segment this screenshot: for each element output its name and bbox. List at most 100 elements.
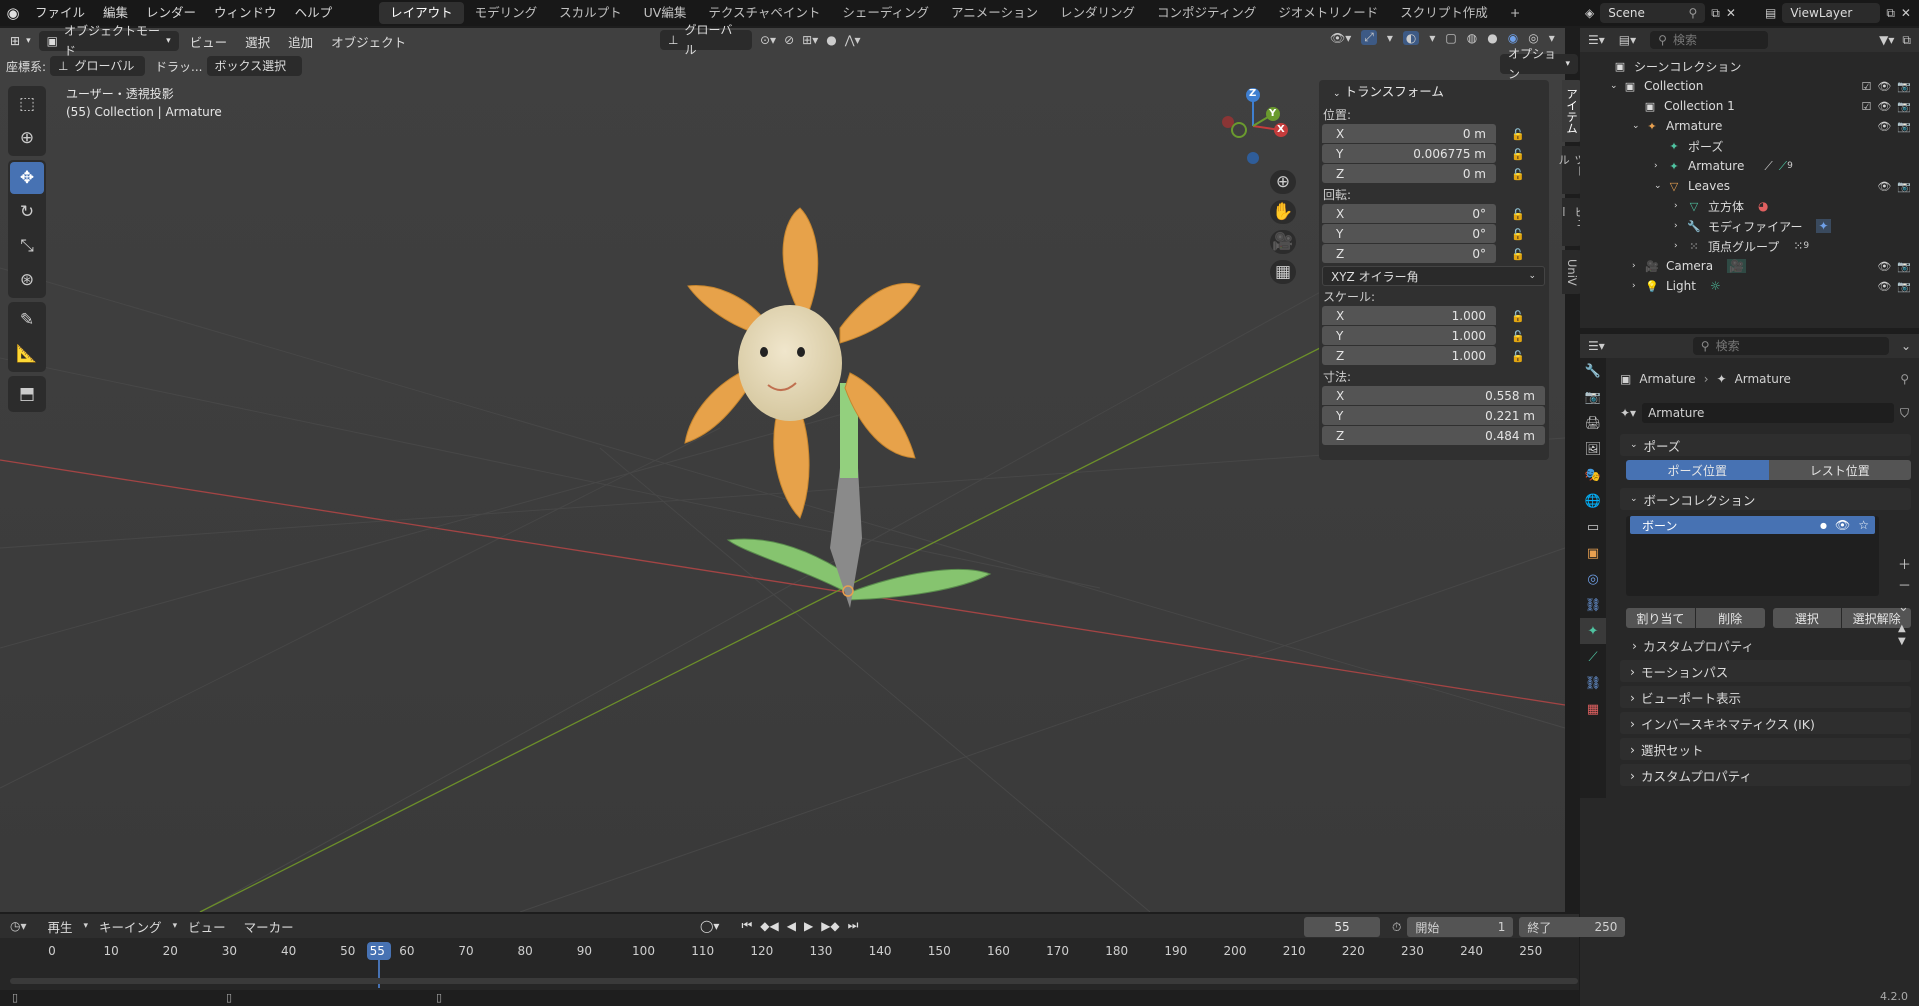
constraints-tab-icon[interactable]: ⛓ bbox=[1580, 592, 1606, 618]
current-frame-field[interactable]: 55 bbox=[1304, 917, 1380, 937]
end-frame-field[interactable]: 終了 250 bbox=[1519, 917, 1626, 937]
timeline-editor-icon[interactable]: ◷▾ bbox=[10, 919, 27, 933]
outliner-editor-icon[interactable]: ☰▾ bbox=[1588, 33, 1605, 47]
eye-icon[interactable]: 👁 bbox=[1877, 180, 1891, 193]
drag-selector[interactable]: ボックス選択 bbox=[206, 56, 302, 76]
pivot-icon[interactable]: ⊙▾ bbox=[760, 33, 776, 47]
snap-icon[interactable]: ⊘ bbox=[784, 33, 794, 47]
chevron-down-icon[interactable]: ⌄ bbox=[1898, 600, 1911, 615]
armature-name-field[interactable]: Armature bbox=[1642, 403, 1894, 423]
visibility-toggles[interactable]: ☑ 👁 📷 bbox=[1861, 80, 1911, 93]
armature-data-icon[interactable]: ✦▾ bbox=[1620, 406, 1636, 420]
sidebar-tab-univ[interactable]: UniV bbox=[1562, 250, 1582, 294]
sidebar-tab-view[interactable]: ビュー bbox=[1557, 198, 1587, 246]
eye-icon[interactable]: 👁 bbox=[1877, 100, 1891, 113]
camera-icon[interactable]: 📷 bbox=[1897, 120, 1911, 133]
bone-collection-custom-props[interactable]: › カスタムプロパティ bbox=[1632, 634, 1911, 656]
coord-system-selector[interactable]: ⊥ グローバル bbox=[50, 56, 146, 76]
object-tab-icon[interactable]: ▣ bbox=[1580, 540, 1606, 566]
collection-tab-icon[interactable]: ▭ bbox=[1580, 514, 1606, 540]
outliner-pose[interactable]: ✦ ポーズ bbox=[1580, 136, 1919, 156]
gizmo-toggle-icon[interactable]: ⤢ bbox=[1361, 30, 1377, 45]
visibility-toggles[interactable]: 👁 📷 bbox=[1877, 180, 1911, 193]
camera-icon[interactable]: 📷 bbox=[1897, 260, 1911, 273]
viewport-menu-view[interactable]: ビュー bbox=[183, 32, 235, 51]
chevron-down-icon[interactable]: ⌄ bbox=[1901, 339, 1911, 353]
scale-z-field[interactable]: Z 1.000 bbox=[1322, 346, 1496, 365]
lock-icon[interactable]: 🔓 bbox=[1510, 145, 1526, 164]
zoom-icon[interactable]: ⊕ bbox=[1270, 170, 1296, 194]
wireframe-shading-icon[interactable]: ◍ bbox=[1467, 31, 1477, 45]
outliner-cube[interactable]: › ▽ 立方体 ◕ bbox=[1580, 196, 1919, 216]
rotation-y-field[interactable]: Y 0° bbox=[1322, 224, 1496, 243]
play-icon[interactable]: ▶ bbox=[804, 919, 813, 933]
minus-icon[interactable]: － bbox=[1898, 575, 1911, 594]
output-tab-icon[interactable]: 🖨 bbox=[1580, 410, 1606, 436]
tab-rendering[interactable]: レンダリング bbox=[1049, 2, 1146, 24]
stopwatch-icon[interactable]: ⏱ bbox=[1392, 920, 1401, 935]
shading-dropdown-icon[interactable]: ▾ bbox=[1549, 31, 1555, 45]
jump-start-icon[interactable]: ⏮ bbox=[741, 918, 752, 933]
camera-icon[interactable]: 📷 bbox=[1897, 280, 1911, 293]
tab-modeling[interactable]: モデリング bbox=[464, 2, 549, 24]
tab-animation[interactable]: アニメーション bbox=[940, 2, 1049, 24]
ik-panel-header[interactable]: › インバースキネマティクス (IK) bbox=[1620, 712, 1911, 734]
timeline-menu-view[interactable]: ビュー bbox=[181, 917, 233, 936]
tab-sculpt[interactable]: スカルプト bbox=[548, 2, 633, 24]
timeline-scrollbar[interactable] bbox=[10, 978, 1578, 984]
options-button[interactable]: オプション ▾ bbox=[1500, 47, 1578, 81]
location-y-field[interactable]: Y 0.006775 m bbox=[1322, 144, 1496, 163]
play-reverse-icon[interactable]: ◀ bbox=[787, 919, 796, 933]
rotation-x-field[interactable]: X 0° bbox=[1322, 204, 1496, 223]
rest-position-button[interactable]: レスト位置 bbox=[1768, 460, 1911, 480]
plus-icon[interactable]: ＋ bbox=[1898, 554, 1911, 573]
outliner-collection[interactable]: ⌄ ▣ Collection ☑ 👁 📷 bbox=[1580, 76, 1919, 96]
material-shading-icon[interactable]: ◉ bbox=[1508, 31, 1518, 45]
tab-shading[interactable]: シェーディング bbox=[831, 2, 940, 24]
remove-button[interactable]: 削除 bbox=[1695, 608, 1765, 628]
overlay-toggle-icon[interactable]: ◐ bbox=[1402, 30, 1420, 45]
prev-keyframe-icon[interactable]: ◆◀ bbox=[760, 919, 778, 933]
eye-icon[interactable]: 👁 bbox=[1877, 280, 1891, 293]
location-x-field[interactable]: X 0 m bbox=[1322, 124, 1496, 143]
checkbox-icon[interactable]: ☑ bbox=[1861, 100, 1871, 113]
pose-panel-header[interactable]: ⌄ ポーズ bbox=[1620, 434, 1911, 456]
auto-key-icon[interactable]: ◯▾ bbox=[700, 919, 719, 933]
start-frame-field[interactable]: 開始 1 bbox=[1407, 917, 1514, 937]
lock-icon[interactable]: 🔓 bbox=[1510, 125, 1526, 144]
lock-icon[interactable]: 🔓 bbox=[1510, 347, 1526, 366]
gizmo-dropdown-icon[interactable]: ▾ bbox=[1387, 31, 1393, 45]
dimension-x-field[interactable]: X 0.558 m bbox=[1322, 386, 1545, 405]
eye-icon[interactable]: 👁 bbox=[1835, 518, 1850, 532]
camera-icon[interactable]: 📷 bbox=[1897, 80, 1911, 93]
tab-scripting[interactable]: スクリプト作成 bbox=[1389, 2, 1499, 24]
blender-logo-icon[interactable]: ◉ bbox=[0, 0, 26, 26]
lock-icon[interactable]: 🔓 bbox=[1510, 245, 1526, 264]
physics-tab-icon[interactable]: ◎ bbox=[1580, 566, 1606, 592]
outliner-camera[interactable]: › 🎥 Camera 🎥 👁 📷 bbox=[1580, 256, 1919, 276]
lock-icon[interactable]: 🔓 bbox=[1510, 307, 1526, 326]
grid-view-icon[interactable]: ▦ bbox=[1270, 260, 1296, 284]
properties-editor-icon[interactable]: ☰▾ bbox=[1588, 339, 1605, 353]
close-scene-icon[interactable]: ✕ bbox=[1726, 6, 1736, 20]
viewport-menu-object[interactable]: オブジェクト bbox=[324, 32, 413, 51]
solid-shading-icon[interactable]: ● bbox=[1487, 31, 1497, 45]
annotate-icon[interactable]: ✎ bbox=[10, 304, 44, 336]
new-scene-icon[interactable]: ⧉ bbox=[1711, 6, 1720, 21]
outliner-modifiers[interactable]: › 🔧 モディファイアー ✦ bbox=[1580, 216, 1919, 236]
fake-user-icon[interactable]: ⛉ bbox=[1900, 406, 1909, 421]
star-icon[interactable]: ☆ bbox=[1858, 518, 1869, 532]
scene-tab-icon[interactable]: 🎭 bbox=[1580, 462, 1606, 488]
scale-icon[interactable]: ⤡ bbox=[10, 230, 44, 262]
timeline-menu-marker[interactable]: マーカー bbox=[237, 917, 301, 936]
proportional-edit-icon[interactable]: ● bbox=[826, 33, 836, 47]
tab-compositing[interactable]: コンポジティング bbox=[1146, 2, 1267, 24]
viewlayer-field[interactable]: ViewLayer bbox=[1782, 3, 1881, 23]
eye-icon[interactable]: 👁 bbox=[1877, 80, 1891, 93]
render-tab-icon[interactable]: 📷 bbox=[1580, 384, 1606, 410]
bone-collection-list[interactable]: ボーン ● 👁 ☆ bbox=[1626, 516, 1879, 596]
rotation-mode-selector[interactable]: XYZ オイラー角 ⌄ bbox=[1322, 266, 1545, 286]
cursor-icon[interactable]: ⊕ bbox=[10, 122, 44, 154]
eye-icon[interactable]: 👁 bbox=[1877, 120, 1891, 133]
outliner-search[interactable]: ⚲ 検索 bbox=[1650, 31, 1769, 49]
